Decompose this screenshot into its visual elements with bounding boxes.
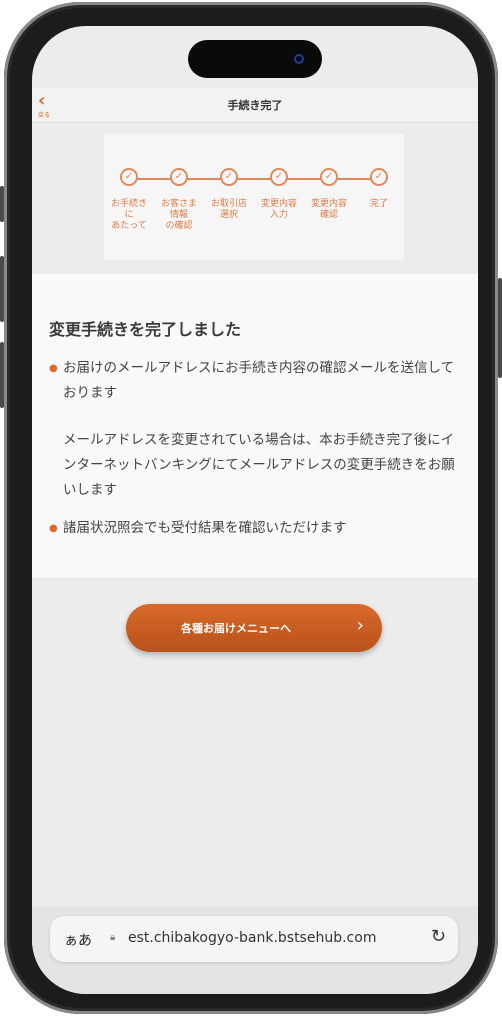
- check-circle-icon: ✓: [320, 168, 338, 186]
- bullet-icon: ●: [49, 523, 58, 534]
- check-circle-icon: ✓: [220, 168, 238, 186]
- step-6: ✓ 完了: [354, 168, 404, 210]
- url-text: est.chibakogyo-bank.bstsehub.com: [128, 930, 377, 946]
- volume-down-button: [0, 342, 4, 408]
- step-5: ✓ 変更内容 確認: [304, 168, 354, 221]
- reload-icon[interactable]: ↻: [431, 926, 446, 947]
- bullet-status-inquiry: ● 諸届状況照会でも受付結果を確認いただけます: [49, 516, 459, 541]
- text-size-button[interactable]: ぁあ: [64, 930, 92, 950]
- notification-menu-button[interactable]: 各種お届けメニューへ ›: [126, 604, 382, 652]
- nav-bar: ‹ 戻る 手続き完了: [32, 88, 478, 123]
- bullet-text: お届けのメールアドレスにお手続き内容の確認メールを送信しております: [63, 360, 455, 401]
- check-circle-icon: ✓: [370, 168, 388, 186]
- check-circle-icon: ✓: [120, 168, 138, 186]
- cta-label: 各種お届けメニューへ: [181, 622, 291, 635]
- step-label: 変更内容 入力: [260, 199, 297, 220]
- completion-title: 変更手続きを完了しました: [49, 320, 242, 339]
- completion-card: 変更手続きを完了しました ● お届けのメールアドレスにお手続き内容の確認メールを…: [32, 274, 478, 578]
- browser-toolbar: ぁあ 🔒︎ est.chibakogyo-bank.bstsehub.com ↻: [32, 906, 478, 994]
- address-bar[interactable]: ぁあ 🔒︎ est.chibakogyo-bank.bstsehub.com ↻: [50, 916, 458, 962]
- email-change-note: メールアドレスを変更されている場合は、本お手続き完了後にインターネットバンキング…: [63, 432, 455, 498]
- step-label: お客さま 情報 の確認: [160, 199, 197, 231]
- check-circle-icon: ✓: [270, 168, 288, 186]
- bullet-email-sent: ● お届けのメールアドレスにお手続き内容の確認メールを送信しております: [49, 356, 459, 406]
- step-label: お取引店 選択: [210, 199, 247, 220]
- page-title: 手続き完了: [227, 99, 283, 112]
- step-label: 完了: [369, 199, 388, 209]
- progress-stepper: ✓ お手続き に あたって ✓ お客さま 情報 の確認 ✓ お取引店 選択 ✓ …: [104, 134, 404, 260]
- dynamic-island: [188, 40, 322, 78]
- step-1: ✓ お手続き に あたって: [104, 168, 154, 232]
- phone-frame: ‹ 戻る 手続き完了 ✓ お手続き に あたって ✓ お客さま 情報 の確認 ✓…: [0, 2, 502, 1014]
- volume-up-button: [0, 256, 4, 322]
- action-button: [0, 186, 4, 222]
- power-button: [498, 278, 502, 378]
- check-circle-icon: ✓: [170, 168, 188, 186]
- lock-icon: 🔒︎: [110, 932, 116, 943]
- bullet-text: 諸届状況照会でも受付結果を確認いただけます: [63, 520, 347, 536]
- screen: ‹ 戻る 手続き完了 ✓ お手続き に あたって ✓ お客さま 情報 の確認 ✓…: [32, 26, 478, 994]
- camera-icon: [294, 54, 304, 64]
- step-label: お手続き に あたって: [110, 199, 147, 231]
- bullet-icon: ●: [49, 363, 58, 374]
- step-3: ✓ お取引店 選択: [204, 168, 254, 221]
- step-label: 変更内容 確認: [310, 199, 347, 220]
- step-2: ✓ お客さま 情報 の確認: [154, 168, 204, 232]
- chevron-right-icon: ›: [356, 615, 364, 636]
- step-4: ✓ 変更内容 入力: [254, 168, 304, 221]
